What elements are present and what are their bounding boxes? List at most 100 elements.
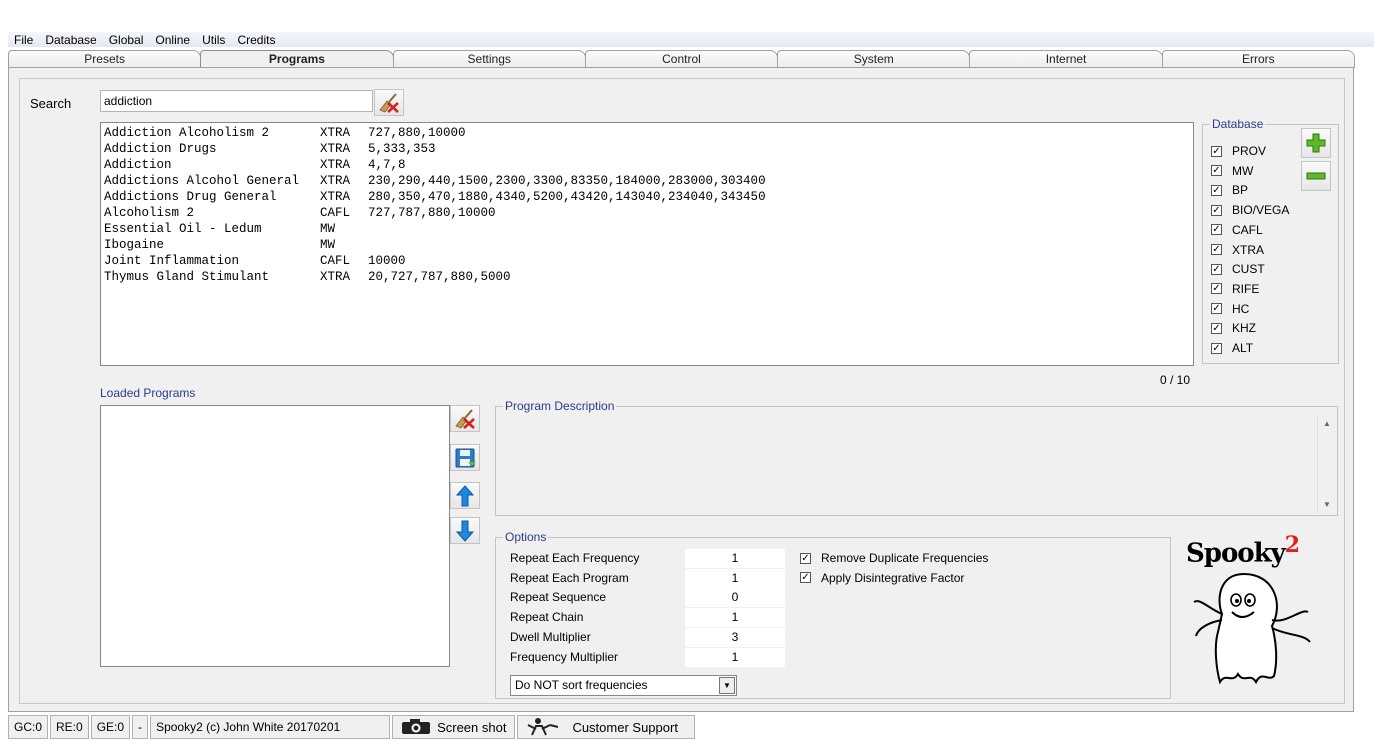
database-item-bp[interactable]: ✓ BP — [1211, 183, 1248, 197]
checkbox-checked-icon[interactable]: ✓ — [1211, 283, 1222, 295]
database-item-khz[interactable]: ✓ KHZ — [1211, 321, 1256, 335]
result-row[interactable]: Addictions Alcohol General XTRA 230,290,44… — [104, 173, 1190, 189]
move-down-button[interactable] — [450, 517, 480, 544]
checkbox-checked-icon[interactable]: ✓ — [1211, 322, 1222, 334]
result-frequencies: 10000 — [368, 254, 406, 268]
result-frequencies: 230,290,440,1500,2300,3300,83350,184000,… — [368, 174, 766, 188]
checkbox-checked-icon[interactable]: ✓ — [1211, 204, 1222, 216]
result-row[interactable]: Joint Inflammation CAFL 10000 — [104, 253, 1190, 269]
broom-clear-icon — [379, 92, 399, 113]
checkbox-checked-icon[interactable]: ✓ — [800, 552, 811, 564]
disintegrative-factor-checkbox[interactable]: ✓ Apply Disintegrative Factor — [800, 571, 964, 585]
menu-online[interactable]: Online — [149, 33, 196, 47]
menu-database[interactable]: Database — [39, 33, 102, 47]
screenshot-label: Screen shot — [437, 719, 507, 735]
checkbox-checked-icon[interactable]: ✓ — [1211, 303, 1222, 315]
support-person-icon — [527, 718, 559, 736]
option-value-field[interactable]: 1 — [685, 549, 785, 568]
result-row[interactable]: Essential Oil - Ledum MW — [104, 221, 1190, 237]
description-scrollbar[interactable]: ▲ ▼ — [1317, 415, 1335, 513]
dropdown-arrow-icon[interactable]: ▼ — [719, 677, 735, 694]
checkbox-checked-icon[interactable]: ✓ — [1211, 145, 1222, 157]
search-input[interactable] — [100, 90, 373, 112]
tab-errors[interactable]: Errors — [1161, 50, 1355, 68]
result-program-name: Alcoholism 2 — [104, 206, 195, 220]
checkbox-checked-icon[interactable]: ✓ — [1211, 224, 1222, 236]
result-row[interactable]: Addiction XTRA 4,7,8 — [104, 157, 1190, 173]
result-database: MW — [320, 222, 336, 236]
database-item-alt[interactable]: ✓ ALT — [1211, 341, 1253, 355]
tab-internet[interactable]: Internet — [969, 50, 1163, 68]
save-button[interactable] — [450, 444, 480, 471]
menu-file[interactable]: File — [8, 33, 39, 47]
checkbox-checked-icon[interactable]: ✓ — [1211, 184, 1222, 196]
option-value-field[interactable]: 1 — [685, 647, 785, 667]
remove-duplicates-checkbox[interactable]: ✓ Remove Duplicate Frequencies — [800, 551, 988, 565]
option-label: Dwell Multiplier — [510, 629, 591, 644]
customer-support-button[interactable]: Customer Support — [517, 715, 696, 739]
tab-control[interactable]: Control — [584, 50, 779, 68]
checkbox-checked-icon[interactable]: ✓ — [1211, 342, 1222, 354]
menu-credits[interactable]: Credits — [231, 33, 281, 47]
program-description-text[interactable]: ▲ ▼ — [498, 415, 1335, 513]
customer-support-label: Customer Support — [572, 719, 678, 735]
option-value-field[interactable]: 1 — [685, 568, 785, 588]
scroll-up-arrow-icon[interactable]: ▲ — [1323, 419, 1331, 428]
options-title: Options — [503, 530, 549, 544]
option-label: Repeat Sequence — [510, 590, 607, 605]
tab-settings[interactable]: Settings — [392, 50, 586, 68]
arrow-down-icon — [455, 520, 475, 542]
remove-database-button[interactable] — [1301, 161, 1331, 191]
screenshot-button[interactable]: Screen shot — [392, 715, 516, 739]
scroll-down-arrow-icon[interactable]: ▼ — [1323, 500, 1331, 509]
database-item-label: MW — [1232, 163, 1254, 178]
result-database: XTRA — [320, 126, 351, 140]
option-value-field[interactable]: 0 — [685, 588, 785, 608]
database-item-label: BIO/VEGA — [1232, 203, 1290, 218]
database-item-label: CUST — [1232, 262, 1265, 277]
move-up-button[interactable] — [450, 482, 480, 509]
database-item-label: HC — [1232, 301, 1250, 316]
database-item-cafl[interactable]: ✓ CAFL — [1211, 223, 1263, 237]
database-item-prov[interactable]: ✓ PROV — [1211, 144, 1266, 158]
result-database: CAFL — [320, 206, 351, 220]
checkbox-checked-icon[interactable]: ✓ — [800, 572, 811, 584]
checkbox-checked-icon[interactable]: ✓ — [1211, 244, 1222, 255]
database-item-mw[interactable]: ✓ MW — [1211, 164, 1253, 178]
result-row[interactable]: Ibogaine MW — [104, 237, 1190, 253]
tab-system[interactable]: System — [777, 50, 971, 68]
menu-utils[interactable]: Utils — [196, 33, 231, 47]
option-label: Repeat Chain — [510, 610, 584, 625]
option-value-field[interactable]: 3 — [685, 627, 785, 647]
search-results-list[interactable]: Addiction Alcoholism 2 XTRA 727,880,10000 A… — [100, 122, 1194, 366]
result-database: XTRA — [320, 174, 351, 188]
database-item-rife[interactable]: ✓ RIFE — [1211, 282, 1259, 296]
result-row[interactable]: Alcoholism 2 CAFL 727,787,880,10000 — [104, 205, 1190, 221]
result-row[interactable]: Addictions Drug General XTRA 280,350,470,1… — [104, 189, 1190, 205]
result-row[interactable]: Addiction Drugs XTRA 5,333,353 — [104, 141, 1190, 157]
checkbox-checked-icon[interactable]: ✓ — [1211, 263, 1222, 275]
status-ge: GE:0 — [90, 715, 131, 739]
sort-frequencies-select[interactable]: Do NOT sort frequencies ▼ — [510, 675, 737, 696]
database-item-bio-vega[interactable]: ✓ BIO/VEGA — [1211, 203, 1289, 217]
program-description-group: Program Description ▲ ▼ — [495, 399, 1338, 516]
minus-icon — [1306, 172, 1326, 180]
result-program-name: Addiction Drugs — [104, 142, 217, 156]
checkbox-checked-icon[interactable]: ✓ — [1211, 165, 1222, 177]
database-item-label: KHZ — [1232, 321, 1256, 336]
database-item-hc[interactable]: ✓ HC — [1211, 302, 1249, 316]
option-value-field[interactable]: 1 — [685, 608, 785, 628]
result-program-name: Ibogaine — [104, 238, 165, 252]
database-item-cust[interactable]: ✓ CUST — [1211, 262, 1265, 276]
result-row[interactable]: Addiction Alcoholism 2 XTRA 727,880,10000 — [104, 125, 1190, 141]
loaded-programs-list[interactable] — [100, 405, 450, 667]
result-program-name: Joint Inflammation — [104, 254, 240, 268]
clear-loaded-button[interactable] — [450, 405, 480, 432]
clear-search-button[interactable] — [374, 89, 404, 116]
menu-global[interactable]: Global — [103, 33, 150, 47]
add-database-button[interactable] — [1301, 128, 1331, 158]
result-row[interactable]: Thymus Gland Stimulant XTRA 20,727,787,880… — [104, 269, 1190, 285]
database-item-xtra[interactable]: ✓ XTRA — [1211, 243, 1264, 257]
broom-clear-icon — [455, 408, 475, 429]
tab-presets[interactable]: Presets — [8, 50, 202, 68]
